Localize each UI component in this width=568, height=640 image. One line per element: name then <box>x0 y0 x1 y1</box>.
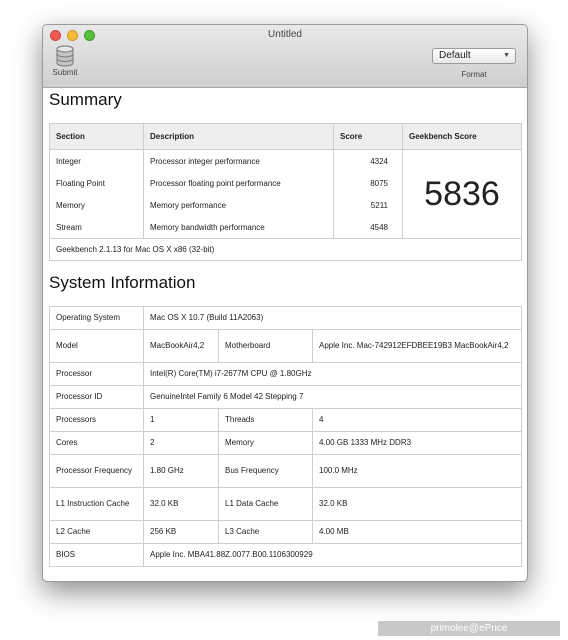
info-value: 1 <box>143 408 219 432</box>
summary-footer-row: Geekbench 2.1.13 for Mac OS X x86 (32-bi… <box>49 238 522 261</box>
section-cell: Integer <box>49 149 144 172</box>
watermark-credit: primolee@ePrice <box>378 621 560 636</box>
geekbench-score: 5836 <box>402 149 522 239</box>
info-label: Motherboard <box>218 329 313 363</box>
table-row: Model MacBookAir4,2 Motherboard Apple In… <box>49 329 523 363</box>
info-value: 4.00 GB 1333 MHz DDR3 <box>311 431 523 455</box>
info-label: L1 Data Cache <box>218 487 313 521</box>
section-cell: Memory <box>49 194 144 216</box>
table-row: Integer Processor integer performance 43… <box>49 149 522 239</box>
description-cell: Memory bandwidth performance <box>143 216 334 239</box>
table-row: BIOS Apple Inc. MBA41.88Z.0077.B00.11063… <box>49 543 523 567</box>
score-cell: 4324 <box>333 149 403 172</box>
window-title: Untitled <box>268 29 302 40</box>
report-content: Summary Section Description Score Geekbe… <box>43 88 527 581</box>
summary-title: Summary <box>49 90 122 109</box>
info-label: Processor <box>49 362 144 386</box>
system-info-title: System Information <box>49 273 196 292</box>
table-row: Processors 1 Threads 4 <box>49 408 523 432</box>
score-cell: 8075 <box>333 172 403 194</box>
info-value: 100.0 MHz <box>311 454 523 488</box>
summary-table: Section Description Score Geekbench Scor… <box>49 123 522 261</box>
description-cell: Memory performance <box>143 194 334 216</box>
description-cell: Processor floating point performance <box>143 172 334 194</box>
geekbench-window: Untitled Submit Default ▼ Format Summary… <box>42 24 528 582</box>
format-value: Default <box>439 50 471 61</box>
section-cell: Floating Point <box>49 172 144 194</box>
info-label: L2 Cache <box>49 520 144 544</box>
submit-button[interactable]: Submit <box>47 45 83 85</box>
info-label: Memory <box>218 431 313 455</box>
version-info: Geekbench 2.1.13 for Mac OS X x86 (32-bi… <box>49 238 522 261</box>
info-value: Intel(R) Core(TM) i7-2677M CPU @ 1.80GHz <box>142 362 523 386</box>
table-row: L1 Instruction Cache 32.0 KB L1 Data Cac… <box>49 487 523 521</box>
info-value: Mac OS X 10.7 (Build 11A2063) <box>142 306 523 330</box>
info-value: 2 <box>143 431 219 455</box>
table-row: L2 Cache 256 KB L3 Cache 4.00 MB <box>49 520 523 544</box>
info-value: 256 KB <box>143 520 219 544</box>
info-label: Cores <box>49 431 144 455</box>
format-select[interactable]: Default ▼ <box>432 48 516 64</box>
column-header: Description <box>143 123 334 150</box>
info-value: 4.00 MB <box>311 520 523 544</box>
score-cell: 5211 <box>333 194 403 216</box>
column-header: Geekbench Score <box>402 123 522 150</box>
section-cell: Stream <box>49 216 144 239</box>
info-value: Apple Inc. MBA41.88Z.0077.B00.1106300929 <box>142 543 523 567</box>
info-label: Model <box>49 329 144 363</box>
info-value: 32.0 KB <box>311 487 523 521</box>
info-value: 32.0 KB <box>143 487 219 521</box>
database-icon <box>56 45 74 67</box>
title-bar: Untitled Submit Default ▼ Format <box>43 25 527 88</box>
info-label: Threads <box>218 408 313 432</box>
info-label: Processor Frequency <box>49 454 144 488</box>
column-header: Score <box>333 123 403 150</box>
table-row: Operating System Mac OS X 10.7 (Build 11… <box>49 306 523 330</box>
chevron-down-icon: ▼ <box>503 52 510 59</box>
table-row: Processor Intel(R) Core(TM) i7-2677M CPU… <box>49 362 523 386</box>
summary-header-row: Section Description Score Geekbench Scor… <box>49 123 522 150</box>
submit-label: Submit <box>52 68 78 77</box>
format-label: Format <box>461 70 487 79</box>
system-info-table: Operating System Mac OS X 10.7 (Build 11… <box>49 306 523 567</box>
info-value: MacBookAir4,2 <box>143 329 219 363</box>
score-cell: 4548 <box>333 216 403 239</box>
info-value: 4 <box>311 408 523 432</box>
info-label: L3 Cache <box>218 520 313 544</box>
info-label: Processor ID <box>49 385 144 409</box>
info-value: Apple Inc. Mac-742912EFDBEE19B3 MacBookA… <box>311 329 523 363</box>
column-header: Section <box>49 123 144 150</box>
info-value: 1.80 GHz <box>143 454 219 488</box>
info-label: L1 Instruction Cache <box>49 487 144 521</box>
info-label: Bus Frequency <box>218 454 313 488</box>
table-row: Cores 2 Memory 4.00 GB 1333 MHz DDR3 <box>49 431 523 455</box>
info-label: BIOS <box>49 543 144 567</box>
info-label: Processors <box>49 408 144 432</box>
table-row: Processor Frequency 1.80 GHz Bus Frequen… <box>49 454 523 488</box>
info-value: GenuineIntel Family 6 Model 42 Stepping … <box>142 385 523 409</box>
info-label: Operating System <box>49 306 144 330</box>
table-row: Processor ID GenuineIntel Family 6 Model… <box>49 385 523 409</box>
description-cell: Processor integer performance <box>143 149 334 172</box>
